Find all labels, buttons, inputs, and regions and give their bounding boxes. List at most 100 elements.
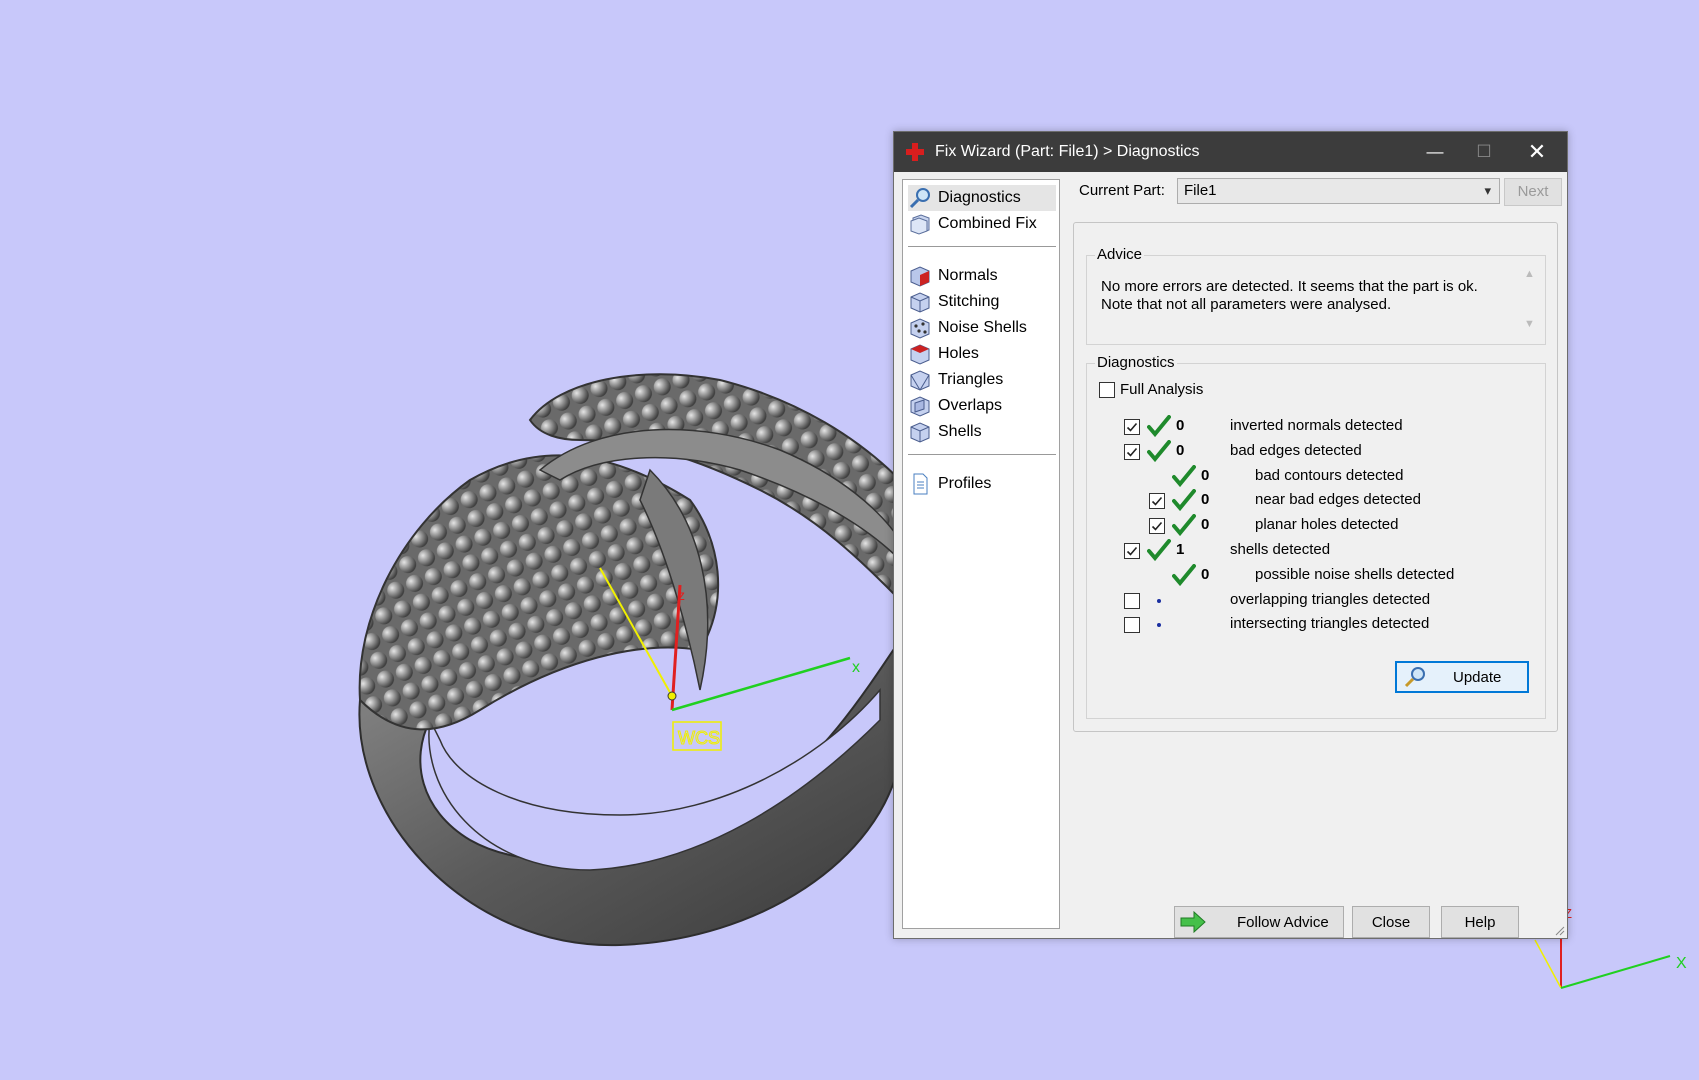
follow-advice-button[interactable]: Follow Advice [1174,906,1344,938]
status-ok-icon [1172,464,1196,487]
checkmark-icon [1151,497,1163,507]
current-part-value: File1 [1184,182,1217,199]
nav-divider [908,246,1056,247]
diagnostic-label: bad contours detected [1255,466,1404,484]
checkmark-icon [1151,522,1163,531]
nav-item-profiles[interactable]: Profiles [908,471,1056,497]
status-pending-icon [1157,598,1161,603]
cube-stack-icon [910,214,930,235]
nav-item-label: Profiles [938,475,992,492]
diagnostic-count: 0 [1201,491,1210,509]
fix-wizard-dialog: Fix Wizard (Part: File1) > Diagnostics —… [893,131,1568,939]
diagnostic-checkbox[interactable] [1149,518,1165,535]
resize-grip-icon[interactable] [1553,924,1565,936]
status-ok-icon [1172,489,1196,512]
diagnostic-count: 0 [1201,565,1210,583]
update-button[interactable]: Update [1395,661,1529,693]
diagnostic-checkbox[interactable] [1124,543,1140,559]
stitching-cube-icon [910,292,930,313]
diagnostic-count: 0 [1201,516,1210,534]
ring-model[interactable] [358,373,901,947]
update-label: Update [1453,668,1502,686]
nav-item-label: Triangles [938,371,1004,388]
axis-x-label: x [852,659,860,676]
diagnostics-group: Diagnostics Full Analysis 0 inverted norm… [1086,354,1546,719]
diagnostic-label: shells detected [1230,541,1331,558]
full-analysis-checkbox[interactable] [1099,382,1115,398]
help-button[interactable]: Help [1441,906,1519,938]
minimize-button[interactable]: — [1412,132,1458,172]
status-ok-icon [1147,539,1171,562]
magnifier-icon [909,188,930,209]
overlaps-cube-icon [910,396,930,417]
diagnostic-count: 0 [1176,441,1185,459]
corner-axis-x-label: X [1676,955,1687,972]
nav-item-shells[interactable]: Shells [908,419,1056,445]
next-button[interactable]: Next [1504,178,1562,206]
axis-z-label: z [678,587,685,603]
advice-line: No more errors are detected. It seems th… [1101,278,1478,295]
diagnostic-count: 1 [1176,541,1185,558]
diagnostic-checkbox[interactable] [1124,443,1140,460]
status-ok-icon [1172,563,1196,586]
diagnostic-label: overlapping triangles detected [1230,590,1431,608]
nav-item-triangles[interactable]: Triangles [908,367,1056,393]
diagnostic-label: possible noise shells detected [1255,565,1455,583]
diagnostic-label: bad edges detected [1230,441,1362,459]
shells-cube-icon [910,422,930,443]
current-part-label: Current Part: [1079,182,1165,199]
nav-item-combined-fix[interactable]: Combined Fix [908,211,1056,237]
scroll-down-icon[interactable]: ▼ [1524,318,1535,330]
diagnostic-checkbox[interactable] [1124,617,1140,634]
nav-item-noise-shells[interactable]: Noise Shells [908,315,1056,341]
status-ok-icon [1172,514,1196,537]
advice-text: No more errors are detected. It seems th… [1101,278,1511,314]
wizard-nav-list: Diagnostics Combined Fix Normals Stitchi… [902,179,1060,929]
title-bar[interactable]: Fix Wizard (Part: File1) > Diagnostics —… [894,132,1567,172]
diagnostic-checkbox[interactable] [1124,419,1140,435]
status-pending-icon [1157,623,1161,628]
nav-item-overlaps[interactable]: Overlaps [908,393,1056,419]
diagnostic-label: near bad edges detected [1255,491,1421,509]
diagnostic-label: inverted normals detected [1230,417,1403,434]
diagnostic-checkbox[interactable] [1149,493,1165,510]
diagnostic-checkbox[interactable] [1124,592,1140,609]
status-ok-icon [1147,439,1171,462]
nav-item-label: Stitching [938,293,1000,310]
diagnostic-count: 0 [1176,417,1185,434]
diagnostics-title: Diagnostics [1095,354,1177,371]
full-analysis-label: Full Analysis [1120,381,1204,398]
checkmark-icon [1126,447,1138,457]
app-cross-icon [906,143,924,161]
current-part-select[interactable]: File1 ▾ [1177,178,1500,204]
window-close-button[interactable]: ✕ [1514,132,1560,172]
window-title: Fix Wizard (Part: File1) > Diagnostics [935,143,1200,160]
checkmark-icon [1126,422,1138,432]
diagnostic-label: intersecting triangles detected [1230,615,1430,633]
advice-scrollbar[interactable]: ▲ ▼ [1521,268,1539,330]
document-icon [913,473,928,495]
diagnostic-label: planar holes detected [1255,516,1399,534]
status-ok-icon [1147,415,1171,438]
triangles-cube-icon [910,370,930,391]
advice-line: Note that not all parameters were analys… [1101,296,1392,313]
maximize-button[interactable]: ☐ [1461,132,1507,172]
wcs-label: WCS [678,728,720,748]
chevron-down-icon: ▾ [1484,183,1491,198]
scroll-up-icon[interactable]: ▲ [1524,268,1535,280]
nav-item-label: Normals [938,267,998,284]
nav-item-label: Combined Fix [938,215,1037,232]
nav-item-label: Diagnostics [938,189,1021,206]
diagnostic-count: 0 [1201,466,1210,484]
advice-group: Advice No more errors are detected. It s… [1086,246,1546,345]
nav-item-holes[interactable]: Holes [908,341,1056,367]
nav-item-label: Shells [938,423,982,440]
arrow-right-icon [1180,911,1206,933]
nav-item-diagnostics[interactable]: Diagnostics [908,185,1056,211]
close-button[interactable]: Close [1352,906,1430,938]
nav-item-stitching[interactable]: Stitching [908,289,1056,315]
nav-item-normals[interactable]: Normals [908,263,1056,289]
nav-item-label: Overlaps [938,397,1003,414]
normals-cube-icon [910,266,930,287]
checkmark-icon [1126,546,1138,556]
